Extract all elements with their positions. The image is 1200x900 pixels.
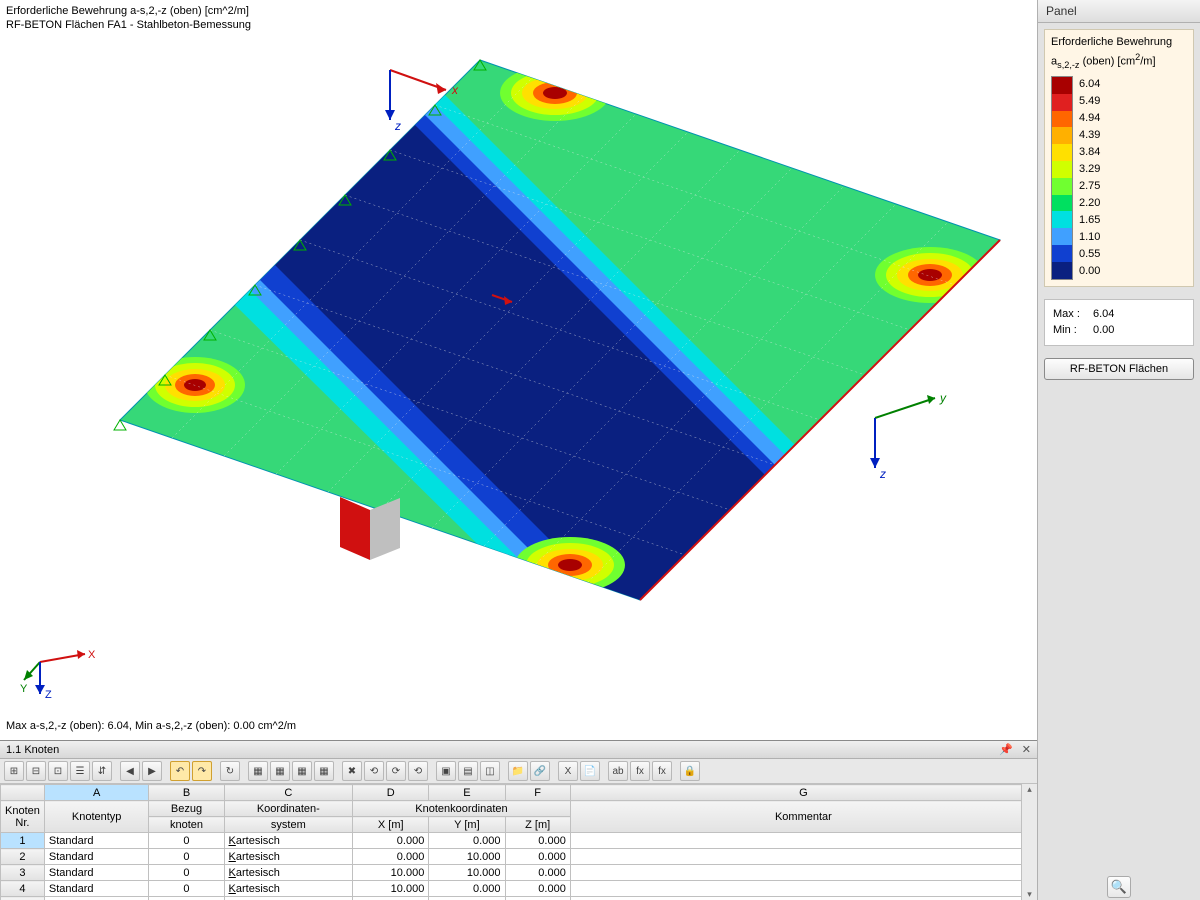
toolbar-button[interactable]: ▤ <box>458 761 478 781</box>
contour-plot: y z x z <box>0 0 1037 740</box>
toolbar-button[interactable]: ▦ <box>248 761 268 781</box>
properties-icon[interactable]: 🔍 <box>1107 876 1131 898</box>
toolbar-button[interactable]: ab <box>608 761 628 781</box>
toolbar-button[interactable]: ▶ <box>142 761 162 781</box>
svg-text:X: X <box>88 649 96 661</box>
toolbar-button[interactable]: fx <box>630 761 650 781</box>
toolbar-button[interactable]: ⟲ <box>408 761 428 781</box>
toolbar-button[interactable]: ▣ <box>436 761 456 781</box>
toolbar-button[interactable]: ◫ <box>480 761 500 781</box>
toolbar-button[interactable]: ⟳ <box>386 761 406 781</box>
pin-icon[interactable]: 📌 <box>999 744 1013 756</box>
toolbar-button[interactable]: ⊞ <box>4 761 24 781</box>
svg-text:x: x <box>451 83 459 97</box>
model-viewport[interactable]: Erforderliche Bewehrung a-s,2,-z (oben) … <box>0 0 1037 740</box>
table-vscrollbar[interactable]: ▴▾ <box>1021 784 1037 900</box>
table-row[interactable]: 3 Standard0 Kartesisch10.00010.0000.000 <box>1 865 1037 881</box>
side-panel: Panel Erforderliche Bewehrung as,2,-z (o… <box>1037 0 1200 900</box>
color-legend: Erforderliche Bewehrung as,2,-z (oben) [… <box>1044 29 1194 287</box>
toolbar-button[interactable]: 🔒 <box>680 761 700 781</box>
table-panel: 1.1 Knoten 📌 ✕ ⊞⊟⊡☰⇵◀▶↶↷↻▦▦▦▦✖⟲⟳⟲▣▤◫📁🔗X📄… <box>0 740 1037 900</box>
toolbar-button[interactable]: ▦ <box>292 761 312 781</box>
toolbar-button[interactable]: 📁 <box>508 761 528 781</box>
table-row[interactable]: 1 Standard0 Kartesisch0.0000.0000.000 <box>1 833 1037 849</box>
minmax-readout: Max :6.04 Min :0.00 <box>1044 299 1194 346</box>
viewport-title: Erforderliche Bewehrung a-s,2,-z (oben) … <box>6 4 251 33</box>
toolbar-button[interactable]: 📄 <box>580 761 600 781</box>
toolbar-button[interactable]: 🔗 <box>530 761 550 781</box>
svg-text:z: z <box>394 119 401 133</box>
toolbar-button[interactable]: ◀ <box>120 761 140 781</box>
svg-text:Y: Y <box>20 683 28 695</box>
toolbar-button[interactable]: ⇵ <box>92 761 112 781</box>
toolbar-button[interactable]: ⊟ <box>26 761 46 781</box>
table-toolbar: ⊞⊟⊡☰⇵◀▶↶↷↻▦▦▦▦✖⟲⟳⟲▣▤◫📁🔗X📄abfxfx🔒 <box>0 759 1037 784</box>
toolbar-button[interactable]: ☰ <box>70 761 90 781</box>
svg-text:Z: Z <box>45 689 52 701</box>
toolbar-button[interactable]: ▦ <box>270 761 290 781</box>
axis-triad: X Y Z <box>20 632 100 702</box>
toolbar-button[interactable]: fx <box>652 761 672 781</box>
table-row[interactable]: 4 Standard0 Kartesisch10.0000.0000.000 <box>1 881 1037 897</box>
table-row[interactable]: 2 Standard0 Kartesisch0.00010.0000.000 <box>1 849 1037 865</box>
toolbar-button[interactable]: ↶ <box>170 761 190 781</box>
table-row[interactable]: 5 Standard0 Kartesisch5.0000.0000.000 <box>1 897 1037 900</box>
svg-text:z: z <box>879 467 886 481</box>
toolbar-button[interactable]: X <box>558 761 578 781</box>
toolbar-button[interactable]: ↷ <box>192 761 212 781</box>
toolbar-button[interactable]: ⟲ <box>364 761 384 781</box>
data-table[interactable]: A B C D E F G KnotenNr. Knotentyp Bezug … <box>0 784 1037 900</box>
toolbar-button[interactable]: ⊡ <box>48 761 68 781</box>
svg-text:y: y <box>939 391 947 405</box>
close-icon[interactable]: ✕ <box>1022 744 1031 756</box>
rf-beton-button[interactable]: RF-BETON Flächen <box>1044 358 1194 380</box>
table-title: 1.1 Knoten <box>6 744 59 756</box>
viewport-summary: Max a-s,2,-z (oben): 6.04, Min a-s,2,-z … <box>6 720 296 732</box>
panel-header: Panel <box>1038 0 1200 23</box>
toolbar-button[interactable]: ↻ <box>220 761 240 781</box>
toolbar-button[interactable]: ✖ <box>342 761 362 781</box>
toolbar-button[interactable]: ▦ <box>314 761 334 781</box>
table-titlebar: 1.1 Knoten 📌 ✕ <box>0 741 1037 759</box>
